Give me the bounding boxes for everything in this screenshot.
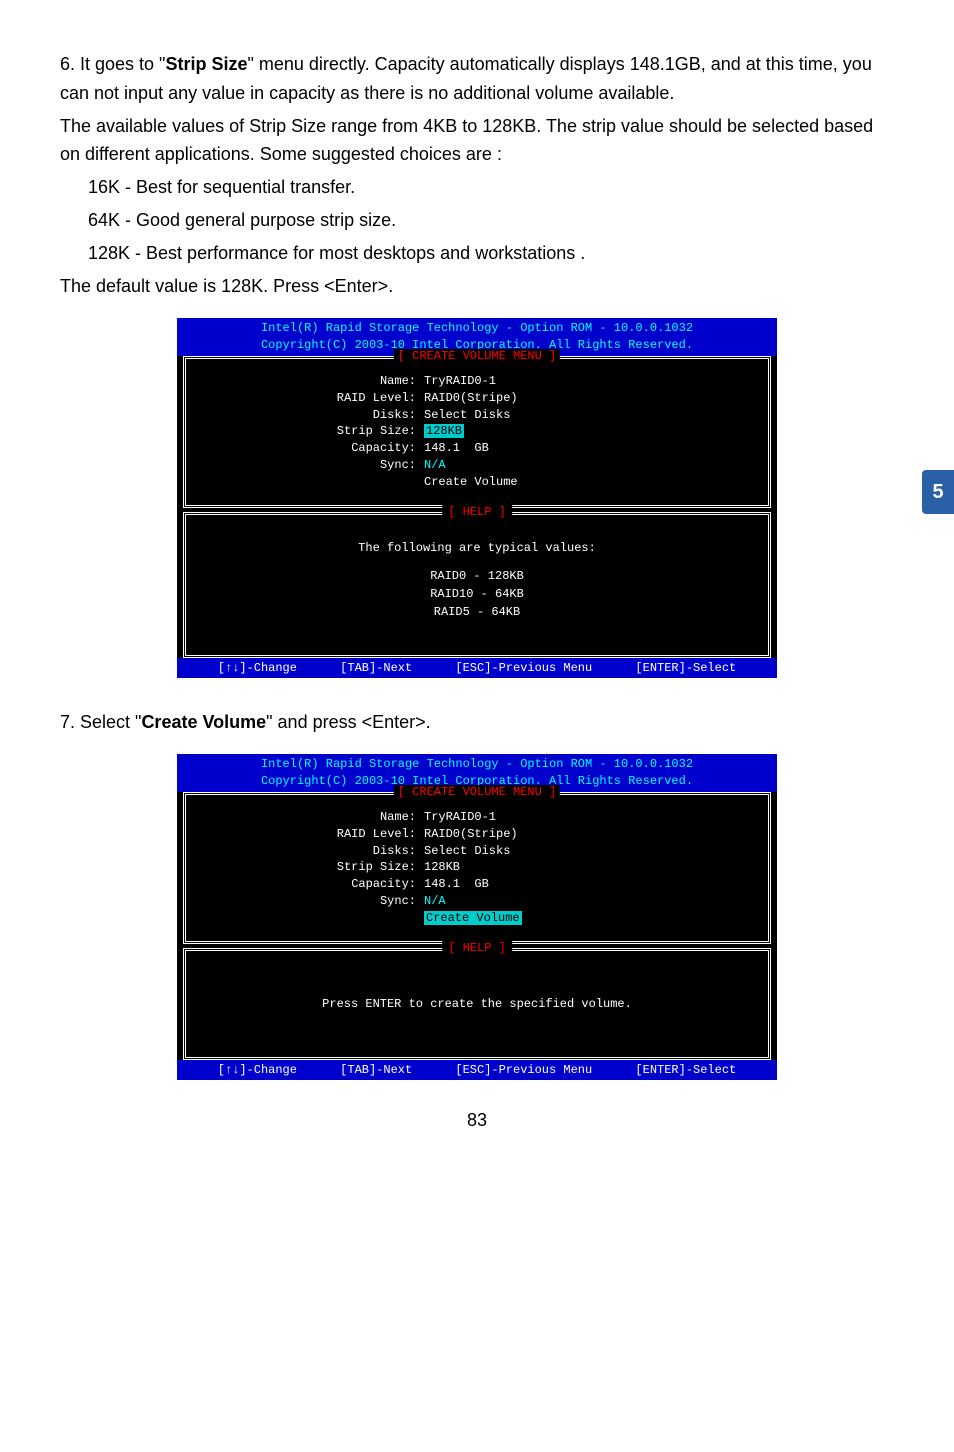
create-volume-panel: [ CREATE VOLUME MENU ] Name: TryRAID0-1 … (183, 356, 771, 508)
value-raid-level: RAID0(Stripe) (424, 390, 518, 407)
value-create[interactable]: Create Volume (424, 474, 518, 491)
value2-capacity: 148.1 GB (424, 876, 489, 893)
help-panel-2: [ HELP ] Press ENTER to create the speci… (183, 948, 771, 1060)
value2-sync: N/A (424, 893, 446, 910)
help-lines-2: Press ENTER to create the specified volu… (186, 995, 768, 1013)
row2-raid-level: RAID Level: RAID0(Stripe) (186, 826, 768, 843)
side-tab: 5 (922, 470, 954, 514)
create-volume-selected[interactable]: Create Volume (424, 911, 522, 925)
menu-content-2: Name: TryRAID0-1 RAID Level: RAID0(Strip… (186, 795, 768, 941)
footer2-esc: [ESC]-Previous Menu (455, 1063, 592, 1077)
body-text-2: 7. Select "Create Volume" and press <Ent… (60, 708, 894, 737)
paragraph-3: The default value is 128K. Press <Enter>… (60, 272, 894, 301)
side-tab-label: 5 (932, 481, 943, 504)
bios-footer-2: [↑↓]-Change [TAB]-Next [ESC]-Previous Me… (177, 1060, 777, 1080)
body-text: 6. It goes to "Strip Size" menu directly… (60, 50, 894, 300)
help1-line3: RAID10 - 64KB (186, 585, 768, 603)
panel-title: [ CREATE VOLUME MENU ] (394, 349, 560, 363)
row-disks: Disks: Select Disks (186, 407, 768, 424)
create-volume-panel-2: [ CREATE VOLUME MENU ] Name: TryRAID0-1 … (183, 792, 771, 944)
row-create[interactable]: Create Volume (186, 474, 768, 491)
label2-sync: Sync: (186, 893, 424, 910)
help1-line2: RAID0 - 128KB (186, 567, 768, 585)
help1-line4: RAID5 - 64KB (186, 603, 768, 621)
row2-sync: Sync: N/A (186, 893, 768, 910)
value-capacity: 148.1 GB (424, 440, 489, 457)
value-strip-size: 128KB (424, 423, 464, 440)
value2-create: Create Volume (424, 910, 522, 927)
value2-raid-level: RAID0(Stripe) (424, 826, 518, 843)
row2-create[interactable]: Create Volume (186, 910, 768, 927)
label2-raid-level: RAID Level: (186, 826, 424, 843)
paragraph-2: The available values of Strip Size range… (60, 112, 894, 170)
strip-size-selected[interactable]: 128KB (424, 424, 464, 438)
capacity-unit: GB (474, 441, 488, 455)
row-sync: Sync: N/A (186, 457, 768, 474)
footer2-tab: [TAB]-Next (340, 1063, 412, 1077)
label-create (186, 474, 424, 491)
p4-bold: Create Volume (141, 712, 266, 732)
value-disks: Select Disks (424, 407, 510, 424)
p4-tail: " and press <Enter>. (266, 712, 431, 732)
footer-enter: [ENTER]-Select (635, 661, 736, 675)
value2-name: TryRAID0-1 (424, 809, 496, 826)
help1-line1: The following are typical values: (186, 539, 768, 557)
label2-strip-size: Strip Size: (186, 859, 424, 876)
footer2-enter: [ENTER]-Select (635, 1063, 736, 1077)
row2-name: Name: TryRAID0-1 (186, 809, 768, 826)
help-lines: The following are typical values: RAID0 … (186, 539, 768, 621)
capacity2-num: 148.1 (424, 877, 460, 891)
value2-disks: Select Disks (424, 843, 510, 860)
help-panel-1: [ HELP ] The following are typical value… (183, 512, 771, 658)
bullet-1: 16K - Best for sequential transfer. (60, 173, 894, 202)
label2-create (186, 910, 424, 927)
help2-line: Press ENTER to create the specified volu… (186, 995, 768, 1013)
help-title-2: [ HELP ] (442, 941, 512, 955)
row2-capacity: Capacity: 148.1 GB (186, 876, 768, 893)
panel-title-2: [ CREATE VOLUME MENU ] (394, 785, 560, 799)
bullet-3: 128K - Best performance for most desktop… (60, 239, 894, 268)
row-name: Name: TryRAID0-1 (186, 373, 768, 390)
bullet-2: 64K - Good general purpose strip size. (60, 206, 894, 235)
bios-screenshot-2: Intel(R) Rapid Storage Technology - Opti… (177, 754, 777, 1079)
label-raid-level: RAID Level: (186, 390, 424, 407)
label-name: Name: (186, 373, 424, 390)
p1-lead: 6. It goes to " (60, 54, 165, 74)
paragraph-4: 7. Select "Create Volume" and press <Ent… (60, 708, 894, 737)
footer-tab: [TAB]-Next (340, 661, 412, 675)
help-title: [ HELP ] (442, 505, 512, 519)
value-name: TryRAID0-1 (424, 373, 496, 390)
footer2-change: [↑↓]-Change (218, 1063, 297, 1077)
bios-header-line1: Intel(R) Rapid Storage Technology - Opti… (177, 320, 777, 337)
row-raid-level: RAID Level: RAID0(Stripe) (186, 390, 768, 407)
bios-screenshot-1: Intel(R) Rapid Storage Technology - Opti… (177, 318, 777, 677)
label2-disks: Disks: (186, 843, 424, 860)
label-capacity: Capacity: (186, 440, 424, 457)
row2-disks: Disks: Select Disks (186, 843, 768, 860)
p4-lead: 7. Select " (60, 712, 141, 732)
page-number: 83 (60, 1110, 894, 1131)
row-strip-size[interactable]: Strip Size: 128KB (186, 423, 768, 440)
label2-name: Name: (186, 809, 424, 826)
value-sync: N/A (424, 457, 446, 474)
row2-strip-size: Strip Size: 128KB (186, 859, 768, 876)
capacity-num: 148.1 (424, 441, 460, 455)
paragraph-1: 6. It goes to "Strip Size" menu directly… (60, 50, 894, 108)
p1-bold: Strip Size (165, 54, 247, 74)
value2-strip-size: 128KB (424, 859, 460, 876)
label-strip-size: Strip Size: (186, 423, 424, 440)
footer-esc: [ESC]-Previous Menu (455, 661, 592, 675)
row-capacity: Capacity: 148.1 GB (186, 440, 768, 457)
footer-change: [↑↓]-Change (218, 661, 297, 675)
label-sync: Sync: (186, 457, 424, 474)
bios-footer: [↑↓]-Change [TAB]-Next [ESC]-Previous Me… (177, 658, 777, 678)
menu-content: Name: TryRAID0-1 RAID Level: RAID0(Strip… (186, 359, 768, 505)
label-disks: Disks: (186, 407, 424, 424)
capacity2-unit: GB (474, 877, 488, 891)
label2-capacity: Capacity: (186, 876, 424, 893)
bios2-header-line1: Intel(R) Rapid Storage Technology - Opti… (177, 756, 777, 773)
